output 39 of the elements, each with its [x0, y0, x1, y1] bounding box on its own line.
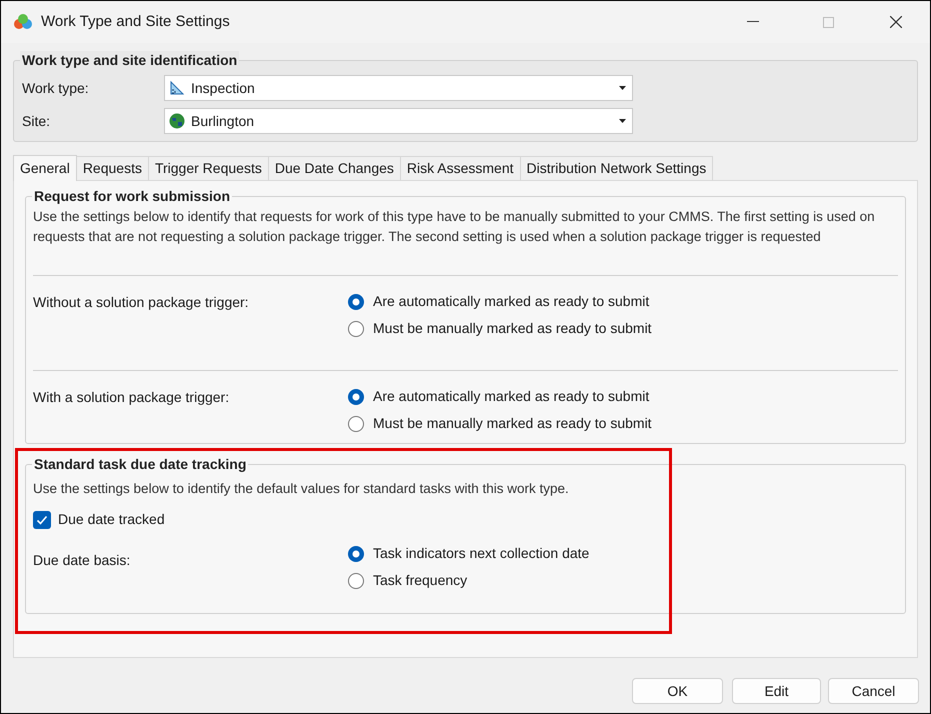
- dialog-button[interactable]: Cancel: [828, 678, 919, 704]
- radio-button[interactable]: [348, 416, 364, 432]
- globe-icon: [169, 113, 185, 129]
- radio-button[interactable]: [348, 572, 364, 588]
- radio-selected[interactable]: [348, 388, 364, 404]
- radio-label[interactable]: Are automatically marked as ready to submit: [373, 291, 650, 312]
- description-text: Use the settings below to identify that requests for work of this type have to be manually submitted to your CMMS. The first setting is used on requests that are not requesting a solution package trigger. The second setting is used when a solution package trigger is requested: [33, 208, 876, 246]
- dialog-button[interactable]: OK: [632, 678, 723, 704]
- radio-label[interactable]: Task indicators next collection date: [373, 543, 590, 564]
- radio-button[interactable]: [348, 320, 364, 336]
- dialog-button[interactable]: Edit: [732, 678, 821, 704]
- dropdown[interactable]: Inspection: [164, 75, 633, 101]
- window-title: Work Type and Site Settings: [41, 12, 230, 32]
- option-label: With a solution package trigger:: [33, 388, 230, 407]
- radio-label[interactable]: Must be manually marked as ready to submit: [373, 413, 652, 434]
- field-label: Site:: [22, 112, 52, 130]
- field-label: Work type:: [22, 78, 90, 98]
- minimize-icon[interactable]: [747, 21, 759, 23]
- description-text: Use the settings below to identify the default values for standard tasks with this work type.: [33, 480, 570, 498]
- radio-selected[interactable]: [348, 294, 364, 310]
- close-icon[interactable]: [890, 16, 902, 28]
- option-label: Without a solution package trigger:: [33, 293, 250, 312]
- dropdown[interactable]: Burlington: [164, 108, 633, 134]
- dropdown-value: Inspection: [191, 78, 255, 98]
- radio-label[interactable]: Must be manually marked as ready to submit: [373, 318, 652, 339]
- dropdown-arrow-icon[interactable]: [619, 119, 626, 123]
- dropdown-value: Burlington: [191, 112, 254, 131]
- ruler-icon: [169, 80, 185, 96]
- tab[interactable]: Distribution Network Settings: [520, 156, 714, 180]
- tab[interactable]: General: [13, 155, 77, 181]
- app-logo-icon: [13, 13, 33, 31]
- group-title: Work type and site identification: [20, 51, 240, 69]
- option-label: Due date basis:: [33, 551, 132, 570]
- radio-selected[interactable]: [348, 546, 364, 562]
- radio-label[interactable]: Task frequency: [373, 570, 468, 591]
- dropdown-arrow-icon[interactable]: [619, 86, 626, 90]
- checkbox[interactable]: [33, 510, 51, 528]
- checkbox-label[interactable]: Due date tracked: [58, 509, 165, 530]
- radio-label[interactable]: Are automatically marked as ready to submit: [373, 386, 650, 407]
